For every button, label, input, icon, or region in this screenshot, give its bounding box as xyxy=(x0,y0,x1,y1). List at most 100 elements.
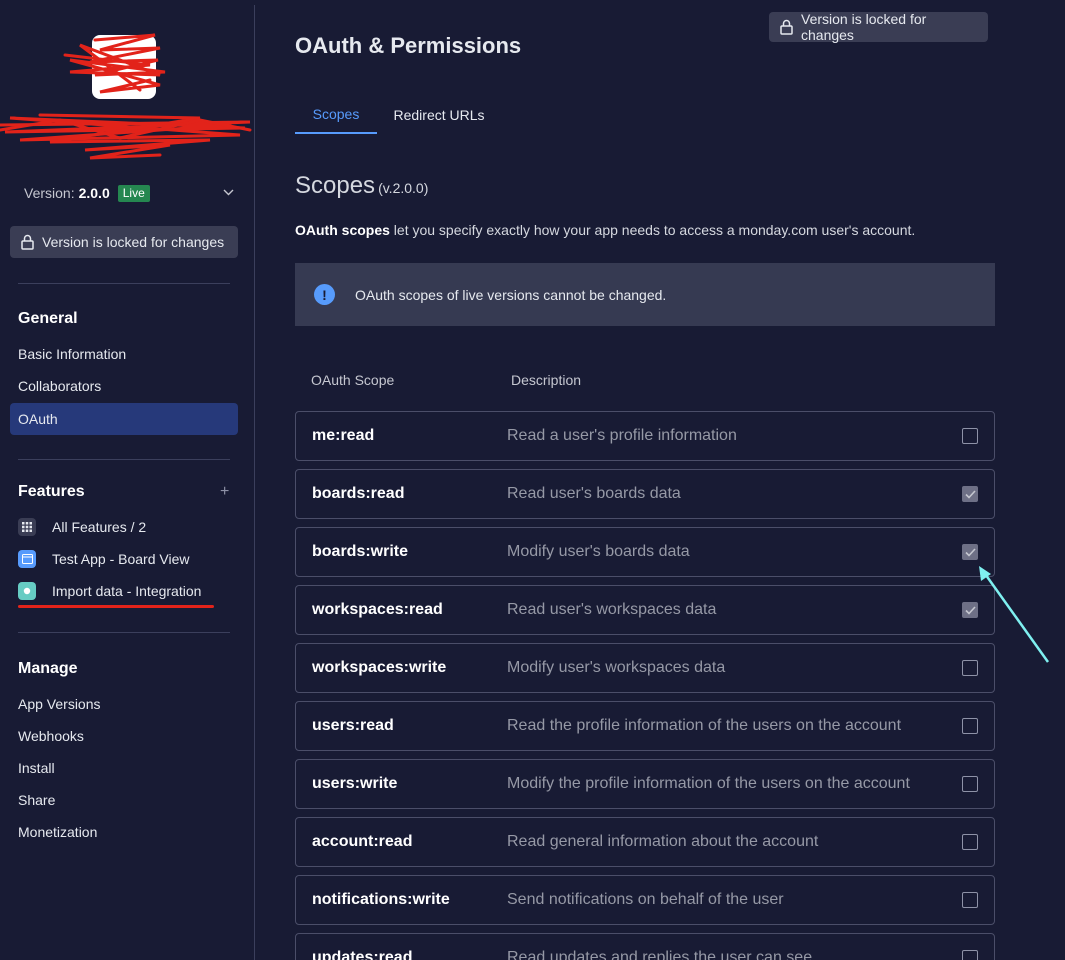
table-row: boards:write Modify user's boards data xyxy=(295,527,995,577)
scope-description: Modify user's boards data xyxy=(507,543,690,560)
section-title-general: General xyxy=(18,310,78,327)
table-row: workspaces:write Modify user's workspaces… xyxy=(295,643,995,693)
scopes-heading: Scopes (v.2.0.0) xyxy=(295,172,428,200)
lock-text: Version is locked for changes xyxy=(42,234,225,250)
intro-bold: OAuth scopes xyxy=(295,222,390,238)
scope-description: Read user's boards data xyxy=(507,485,681,502)
scope-checkbox[interactable] xyxy=(962,776,978,792)
tab-scopes[interactable]: Scopes xyxy=(295,96,377,134)
chevron-down-icon[interactable] xyxy=(223,184,234,199)
sidebar: Version: 2.0.0 Live Version is locked fo… xyxy=(0,0,254,960)
lock-icon xyxy=(21,234,34,250)
page-title: OAuth & Permissions xyxy=(295,33,522,58)
check-icon xyxy=(964,489,976,499)
grid-icon xyxy=(18,518,36,536)
feature-item-import-data-integration[interactable]: Import data - Integration xyxy=(18,579,201,603)
scope-checkbox[interactable] xyxy=(962,428,978,444)
scope-description: Read the profile information of the user… xyxy=(507,717,902,734)
scope-description: Read user's workspaces data xyxy=(507,601,717,618)
check-icon xyxy=(964,547,976,557)
redaction-scribble xyxy=(0,33,252,160)
table-row: updates:read Read updates and replies the… xyxy=(295,933,995,960)
scope-description: Read updates and replies the user can se… xyxy=(507,949,813,960)
sidebar-item-share[interactable]: Share xyxy=(10,784,238,816)
scope-name: account:read xyxy=(312,833,413,850)
sidebar-item-oauth[interactable]: OAuth xyxy=(10,403,238,435)
sidebar-item-app-versions[interactable]: App Versions xyxy=(10,688,238,720)
sidebar-divider xyxy=(18,283,230,284)
table-row: workspaces:read Read user's workspaces da… xyxy=(295,585,995,635)
scope-name: boards:write xyxy=(312,543,409,560)
version-locked-notice-top: Version is locked for changes xyxy=(769,11,988,43)
annotation-underline xyxy=(18,605,214,608)
scopes-intro: OAuth scopes let you specify exactly how… xyxy=(295,222,915,238)
sidebar-divider xyxy=(18,632,230,633)
board-view-icon xyxy=(18,550,36,568)
intro-text: let you specify exactly how your app nee… xyxy=(389,222,916,238)
scopes-title: Scopes xyxy=(295,172,376,199)
sidebar-item-label: Share xyxy=(18,792,56,808)
scope-checkbox[interactable] xyxy=(962,950,978,960)
scope-name: users:read xyxy=(312,717,394,734)
lock-text: Version is locked for changes xyxy=(801,11,927,43)
sidebar-item-basic-information[interactable]: Basic Information xyxy=(10,338,238,370)
scope-name: boards:read xyxy=(312,485,405,502)
sidebar-item-label: Install xyxy=(18,760,55,776)
scope-description: Read general information about the accou… xyxy=(507,833,819,850)
sidebar-item-label: Basic Information xyxy=(18,346,127,362)
table-row: users:write Modify the profile informatio… xyxy=(295,759,995,809)
scope-name: workspaces:read xyxy=(312,601,443,618)
sidebar-divider xyxy=(18,459,230,460)
scope-description: Modify user's workspaces data xyxy=(507,659,726,676)
table-row: boards:read Read user's boards data xyxy=(295,469,995,519)
lock-icon xyxy=(780,19,793,35)
add-feature-icon[interactable]: + xyxy=(220,483,229,501)
version-locked-notice: Version is locked for changes xyxy=(10,226,238,258)
alert-text: OAuth scopes of live versions cannot be … xyxy=(355,286,667,303)
scope-description: Send notifications on behalf of the user xyxy=(507,891,784,908)
scope-name: me:read xyxy=(312,427,375,444)
feature-item-label: Import data - Integration xyxy=(52,583,202,599)
info-icon: ! xyxy=(314,284,335,305)
sidebar-item-label: App Versions xyxy=(18,696,101,712)
scope-description: Modify the profile information of the us… xyxy=(507,775,910,792)
scope-checkbox[interactable] xyxy=(962,544,978,560)
table-row: account:read Read general information abo… xyxy=(295,817,995,867)
sidebar-item-collaborators[interactable]: Collaborators xyxy=(10,370,238,402)
scope-checkbox[interactable] xyxy=(962,486,978,502)
scope-name: notifications:write xyxy=(312,891,450,908)
sidebar-item-label: Monetization xyxy=(18,824,98,840)
scope-checkbox[interactable] xyxy=(962,718,978,734)
integration-icon xyxy=(18,582,36,600)
column-header-scope: OAuth Scope xyxy=(311,372,395,388)
scopes-locked-alert: ! OAuth scopes of live versions cannot b… xyxy=(295,263,995,326)
table-row: notifications:write Send notifications on… xyxy=(295,875,995,925)
scope-description: Read a user's profile information xyxy=(507,427,737,444)
sidebar-border xyxy=(254,5,255,960)
tab-redirect-urls[interactable]: Redirect URLs xyxy=(385,96,493,134)
scopes-table: me:read Read a user's profile information… xyxy=(295,411,995,960)
check-icon xyxy=(964,605,976,615)
scope-checkbox[interactable] xyxy=(962,892,978,908)
sidebar-item-label: Webhooks xyxy=(18,728,84,744)
sidebar-item-webhooks[interactable]: Webhooks xyxy=(10,720,238,752)
feature-item-label: All Features / 2 xyxy=(52,519,147,535)
version-label: Version: xyxy=(24,185,75,201)
column-header-description: Description xyxy=(511,372,582,388)
sidebar-item-install[interactable]: Install xyxy=(10,752,238,784)
sidebar-item-monetization[interactable]: Monetization xyxy=(10,816,238,848)
feature-item-board-view[interactable]: Test App - Board View xyxy=(18,547,189,571)
feature-item-all-features[interactable]: All Features / 2 xyxy=(18,515,146,539)
annotation-arrow xyxy=(979,566,1050,663)
section-title-manage: Manage xyxy=(18,660,78,677)
scope-name: updates:read xyxy=(312,949,413,960)
version-number: 2.0.0 xyxy=(78,185,110,201)
version-selector[interactable]: Version: 2.0.0 Live xyxy=(24,183,234,203)
scope-name: users:write xyxy=(312,775,398,792)
sidebar-item-label: Collaborators xyxy=(18,378,102,394)
scope-checkbox[interactable] xyxy=(962,834,978,850)
feature-item-label: Test App - Board View xyxy=(52,551,190,567)
table-row: me:read Read a user's profile information xyxy=(295,411,995,461)
scope-name: workspaces:write xyxy=(312,659,447,676)
live-badge: Live xyxy=(117,184,150,202)
